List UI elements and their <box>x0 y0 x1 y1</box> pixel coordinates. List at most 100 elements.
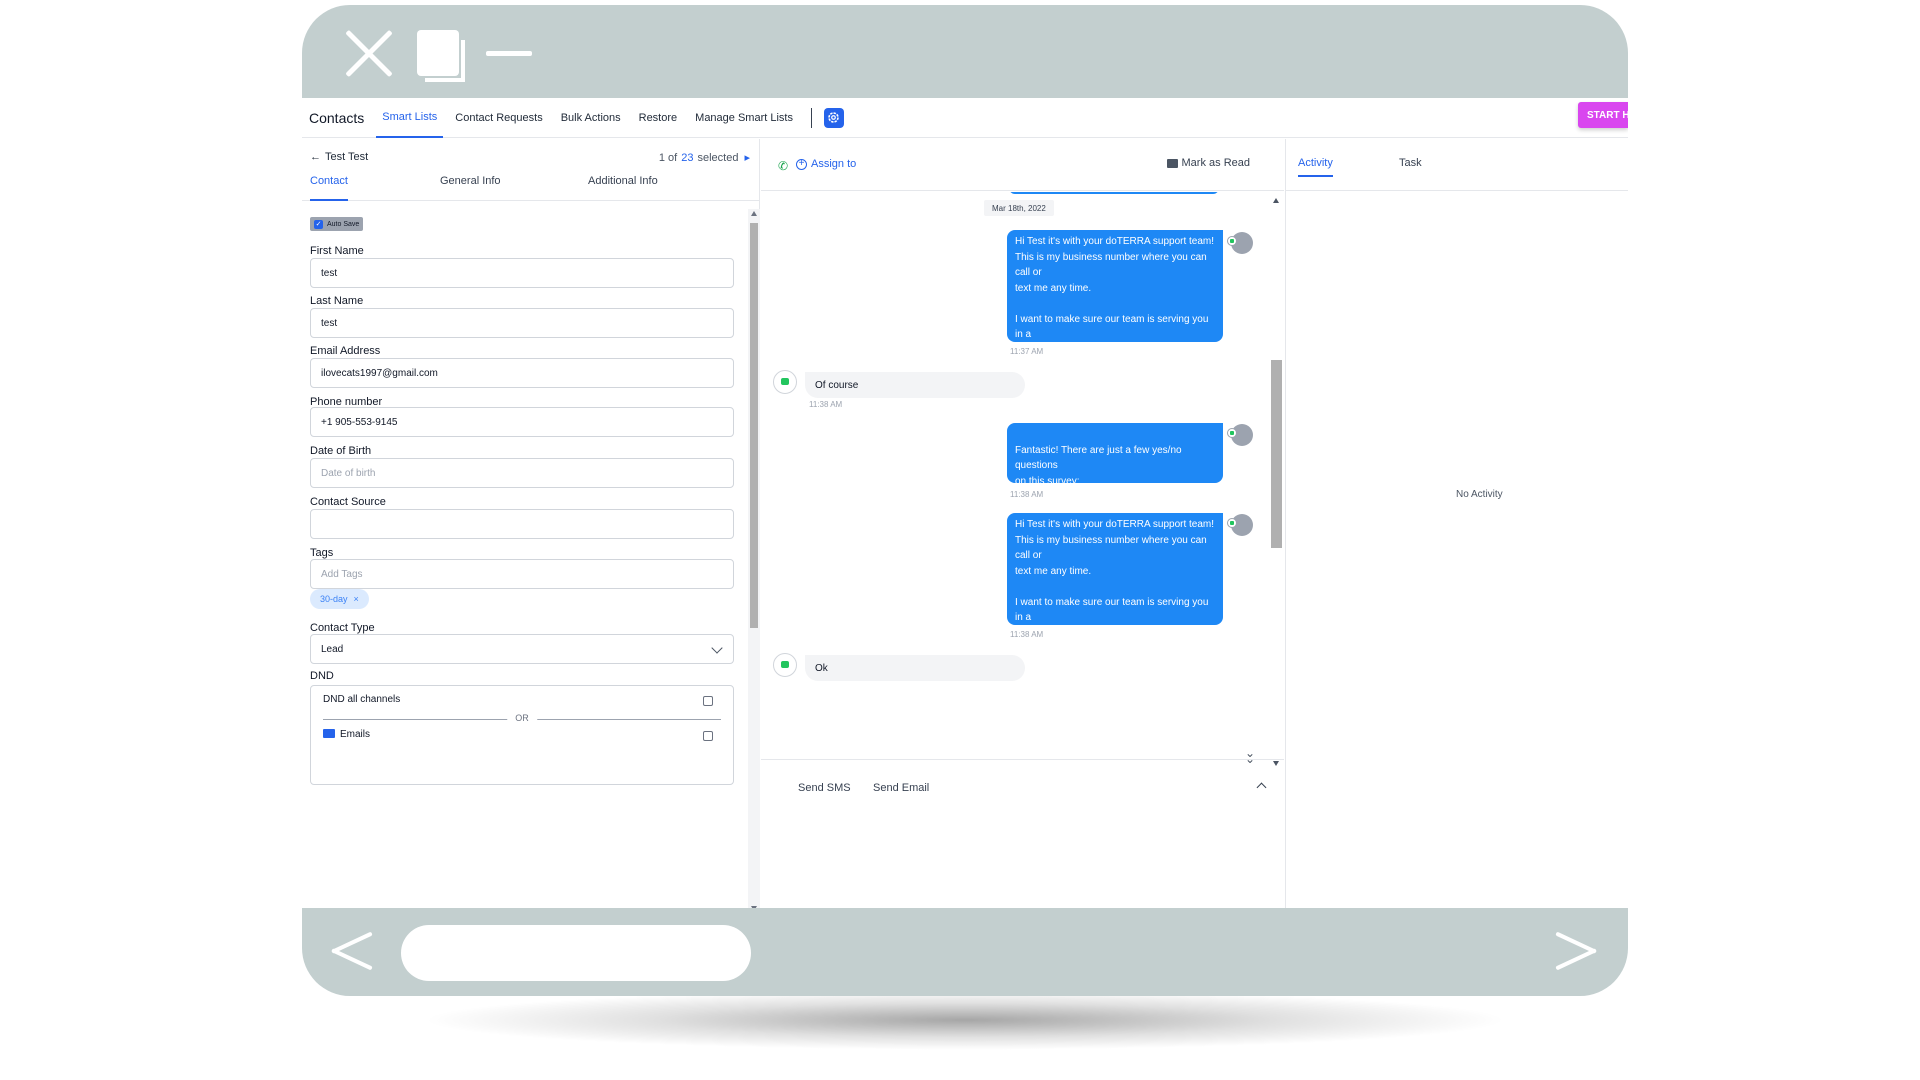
close-window-icon[interactable] <box>346 30 392 76</box>
dob-field[interactable]: Date of birth <box>310 458 734 488</box>
message-bubble-outgoing: Fantastic! There are just a few yes/no q… <box>1007 423 1223 510</box>
top-nav: Contacts Smart Lists Contact Requests Bu… <box>302 98 1628 138</box>
pager-total: 23 <box>681 152 694 164</box>
mail-icon <box>323 729 335 738</box>
scrollbar-thumb[interactable] <box>1271 360 1282 548</box>
first-name-field[interactable]: test <box>310 258 734 288</box>
thread-scrollbar[interactable] <box>1269 192 1284 772</box>
message-text: Fantastic! There are just a few yes/no q… <box>1015 444 1182 487</box>
contact-source-field[interactable] <box>310 509 734 539</box>
date-separator: Mar 18th, 2022 <box>984 200 1054 216</box>
activity-panel: Activity Task No Activity <box>1285 139 1628 908</box>
mark-as-read-label: Mark as Read <box>1181 157 1250 169</box>
back-to-list[interactable]: ← Test Test <box>310 151 368 163</box>
scroll-down-icon[interactable] <box>751 906 757 908</box>
activity-tabs: Activity Task <box>1286 139 1628 191</box>
contact-source-label: Contact Source <box>310 496 386 508</box>
message-bubble-incoming: Of course <box>805 372 1025 398</box>
message-bubble-outgoing: Hi Test it's with your doTERRA support t… <box>1007 513 1223 701</box>
send-email-tab[interactable]: Send Email <box>873 782 929 794</box>
forward-arrow-icon[interactable] <box>1558 930 1598 970</box>
tags-input[interactable]: Add Tags <box>310 559 734 589</box>
sms-badge-icon <box>1227 236 1237 246</box>
dob-label: Date of Birth <box>310 445 372 457</box>
next-record-icon[interactable]: ▸ <box>744 152 750 164</box>
tab-activity[interactable]: Activity <box>1298 157 1333 177</box>
tab-bulk-actions[interactable]: Bulk Actions <box>561 98 621 138</box>
tag-chip-label: 30-day <box>320 594 348 604</box>
arrow-left-icon: ← <box>310 151 321 163</box>
message-bubble-incoming: Ok <box>805 655 1025 681</box>
contact-type-select[interactable]: Lead <box>310 634 734 664</box>
dnd-all-channels-checkbox[interactable] <box>703 696 713 706</box>
survey-link[interactable]: https://api.thewellnesscrm.com/l/lIZkvTR… <box>1015 499 1206 510</box>
message-time: 11:38 AM <box>1010 630 1044 639</box>
maximize-window-icon[interactable] <box>417 30 465 82</box>
gear-icon <box>828 112 840 123</box>
autosave-toggle[interactable]: ✓ Auto Save <box>310 217 364 231</box>
subtab-additional-info[interactable]: Additional Info <box>588 175 658 201</box>
phone-icon[interactable]: ✆ <box>778 159 788 173</box>
chevron-down-icon <box>711 642 723 654</box>
dnd-emails-checkbox[interactable] <box>703 731 713 741</box>
settings-button[interactable] <box>823 107 844 128</box>
contact-type-label: Contact Type <box>310 622 375 634</box>
remove-tag-icon[interactable]: × <box>354 594 359 604</box>
subtab-contact[interactable]: Contact <box>310 175 348 201</box>
chevron-up-icon[interactable] <box>1256 782 1267 793</box>
mark-as-read-button[interactable]: Mark as Read <box>1166 157 1250 169</box>
contact-form: ✓ Auto Save First Name test Last Name te… <box>310 209 750 899</box>
dnd-all-channels-label: DND all channels <box>323 694 401 705</box>
assign-to-button[interactable]: + Assign to <box>796 158 856 170</box>
dnd-box: DND all channels OR Emails <box>310 685 734 785</box>
pager-prefix: 1 of <box>658 152 678 164</box>
scroll-up-icon[interactable] <box>1273 198 1279 203</box>
message-time: 11:38 AM <box>809 400 843 409</box>
address-bar[interactable] <box>401 925 751 981</box>
contact-name: Test Test <box>325 151 369 163</box>
app-screen: Contacts Smart Lists Contact Requests Bu… <box>302 98 1628 908</box>
tag-chip: 30-day × <box>310 589 369 609</box>
email-field[interactable]: ilovecats1997@gmail.com <box>310 358 734 388</box>
minimize-window-icon[interactable] <box>486 51 532 56</box>
contact-type-value: Lead <box>321 643 344 655</box>
message-time: 11:37 AM <box>1010 347 1044 356</box>
or-label: OR <box>507 713 537 723</box>
form-scrollbar[interactable] <box>748 209 760 908</box>
plus-circle-icon: + <box>796 158 807 170</box>
message-thread: Mar 18th, 2022 Hi Test it's with your do… <box>761 192 1284 772</box>
subtab-general-info[interactable]: General Info <box>440 175 501 201</box>
sms-badge-icon <box>1227 518 1237 528</box>
dnd-label: DND <box>310 670 334 682</box>
tab-contact-requests[interactable]: Contact Requests <box>455 98 542 138</box>
sms-badge-icon <box>1227 428 1237 438</box>
message-bubble-outgoing: Hi Test it's with your doTERRA support t… <box>1007 230 1223 418</box>
start-button[interactable]: START H <box>1578 102 1628 128</box>
scroll-up-icon[interactable] <box>751 211 757 216</box>
last-name-label: Last Name <box>310 295 364 307</box>
conversation-panel: ✆ + Assign to Mark as Read Mar 18th, 202… <box>761 139 1284 908</box>
tab-smart-lists[interactable]: Smart Lists <box>376 98 444 138</box>
scrollbar-thumb[interactable] <box>750 223 758 628</box>
first-name-label: First Name <box>310 245 364 257</box>
envelope-icon <box>1166 158 1178 168</box>
empty-state: No Activity <box>1456 489 1503 500</box>
phone-field[interactable]: +1 905-553-9145 <box>310 407 734 437</box>
tab-restore[interactable]: Restore <box>639 98 678 138</box>
contact-subtabs: Contact General Info Additional Info <box>302 175 760 201</box>
tab-manage-smart-lists[interactable]: Manage Smart Lists <box>695 98 793 138</box>
autosave-label: Auto Save <box>327 220 360 228</box>
window-shadow <box>420 990 1510 1050</box>
record-pager: 1 of 23 selected ▸ <box>659 151 750 164</box>
pager-suffix: selected <box>697 152 739 164</box>
send-sms-tab[interactable]: Send SMS <box>798 782 851 794</box>
contact-panel: ← Test Test 1 of 23 selected ▸ Contact Gene… <box>302 139 760 908</box>
last-name-field[interactable]: test <box>310 308 734 338</box>
or-divider: OR <box>323 713 721 723</box>
conversation-header: ✆ + Assign to Mark as Read <box>761 139 1284 191</box>
back-arrow-icon[interactable] <box>330 930 370 970</box>
contact-header: ← Test Test 1 of 23 selected ▸ <box>310 151 750 164</box>
message-time: 11:38 AM <box>1010 490 1044 499</box>
dnd-emails-row: Emails <box>323 729 370 740</box>
tab-task[interactable]: Task <box>1399 157 1422 175</box>
